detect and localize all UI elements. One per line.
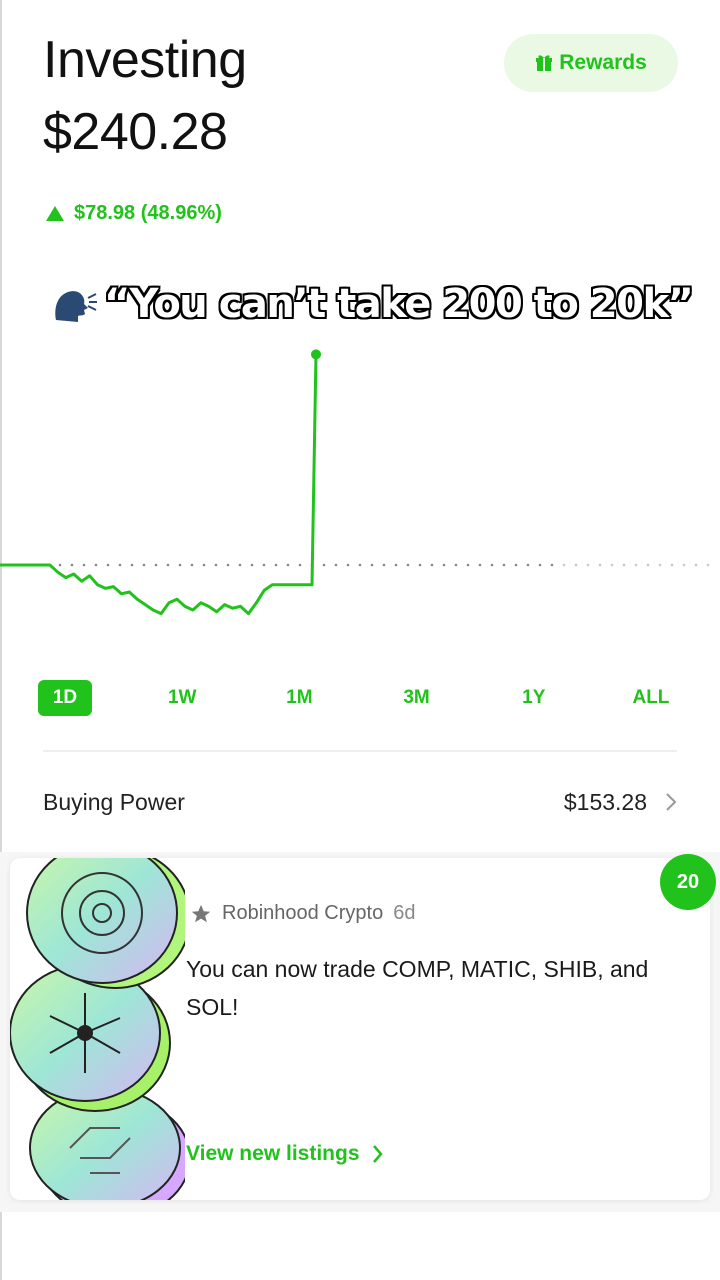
rewards-label: Rewards	[559, 51, 647, 74]
view-new-listings-link[interactable]: View new listings	[186, 1142, 383, 1166]
buying-power-row[interactable]: Buying Power $153.28	[43, 780, 677, 824]
baseline-dot	[142, 563, 146, 567]
baseline-dot	[526, 563, 530, 567]
news-source-name: Robinhood Crypto	[222, 902, 384, 924]
baseline-dot	[502, 563, 506, 567]
baseline-dot	[682, 563, 686, 567]
star-icon	[191, 904, 211, 922]
baseline-dot	[298, 563, 302, 567]
baseline-dot	[238, 563, 242, 567]
baseline-dot	[118, 563, 122, 567]
view-new-listings-label: View new listings	[186, 1142, 360, 1165]
news-age: 6d	[393, 902, 416, 924]
baseline-dot	[574, 563, 578, 567]
range-1d[interactable]: 1D	[38, 680, 92, 716]
baseline-dot	[130, 563, 134, 567]
baseline-dot	[442, 563, 446, 567]
baseline-dot	[694, 563, 698, 567]
baseline-dot	[322, 563, 326, 567]
baseline-dot	[466, 563, 470, 567]
baseline-dot	[670, 563, 674, 567]
baseline-dot	[70, 563, 74, 567]
baseline-dot	[190, 563, 194, 567]
baseline-dot	[286, 563, 290, 567]
baseline-dot	[562, 563, 566, 567]
baseline-dot	[610, 563, 614, 567]
baseline-dot	[274, 563, 278, 567]
baseline-dot	[550, 563, 554, 567]
baseline-dot	[598, 563, 602, 567]
baseline-dot	[586, 563, 590, 567]
page-title: Investing	[43, 31, 247, 89]
baseline-dot	[490, 563, 494, 567]
range-1y[interactable]: 1Y	[507, 680, 561, 716]
baseline-dot	[430, 563, 434, 567]
baseline-dot	[406, 563, 410, 567]
baseline-dot	[58, 563, 62, 567]
baseline-dot	[454, 563, 458, 567]
baseline-dot	[202, 563, 206, 567]
baseline-dotted-line	[58, 563, 710, 567]
range-3m[interactable]: 3M	[390, 680, 444, 716]
baseline-dot	[538, 563, 542, 567]
notification-count-badge: 20	[660, 854, 716, 910]
baseline-dot	[106, 563, 110, 567]
chevron-right-icon	[372, 1145, 383, 1163]
news-headline: You can now trade COMP, MATIC, SHIB, and…	[186, 956, 649, 1020]
up-triangle-icon	[46, 206, 64, 221]
baseline-dot	[370, 563, 374, 567]
baseline-dot	[334, 563, 338, 567]
baseline-dot	[706, 563, 710, 567]
chevron-right-icon	[666, 793, 677, 811]
baseline-dot	[346, 563, 350, 567]
baseline-dot	[214, 563, 218, 567]
baseline-dot	[646, 563, 650, 567]
daily-change: $78.98 (48.96%)	[46, 202, 222, 225]
buying-power-label: Buying Power	[43, 788, 185, 815]
crypto-coins-illustration	[10, 858, 185, 1200]
buying-power-value: $153.28	[563, 788, 647, 815]
time-range-selector: 1D 1W 1M 3M 1Y ALL	[38, 680, 678, 716]
baseline-dot	[262, 563, 266, 567]
daily-change-text: $78.98 (48.96%)	[74, 202, 222, 224]
buying-power-right: $153.28	[564, 789, 677, 816]
baseline-dot	[418, 563, 422, 567]
baseline-dot	[154, 563, 158, 567]
baseline-dot	[382, 563, 386, 567]
baseline-dot	[658, 563, 662, 567]
baseline-dot	[634, 563, 638, 567]
portfolio-balance: $240.28	[43, 103, 228, 161]
portfolio-chart[interactable]	[0, 320, 720, 660]
range-1m[interactable]: 1M	[272, 680, 326, 716]
chart-line	[0, 354, 318, 616]
baseline-dot	[226, 563, 230, 567]
baseline-dot	[250, 563, 254, 567]
baseline-dot	[166, 563, 170, 567]
baseline-dot	[394, 563, 398, 567]
range-all[interactable]: ALL	[624, 680, 678, 716]
baseline-dot	[94, 563, 98, 567]
range-1w[interactable]: 1W	[155, 680, 209, 716]
baseline-dot	[478, 563, 482, 567]
news-source: Robinhood Crypto 6d	[190, 902, 415, 925]
baseline-dot	[178, 563, 182, 567]
gift-icon	[536, 55, 553, 71]
rewards-button[interactable]: Rewards	[504, 34, 678, 92]
divider	[43, 750, 677, 752]
chart-end-point	[311, 349, 321, 360]
baseline-dot	[358, 563, 362, 567]
baseline-dot	[622, 563, 626, 567]
baseline-dot	[514, 563, 518, 567]
baseline-dot	[82, 563, 86, 567]
